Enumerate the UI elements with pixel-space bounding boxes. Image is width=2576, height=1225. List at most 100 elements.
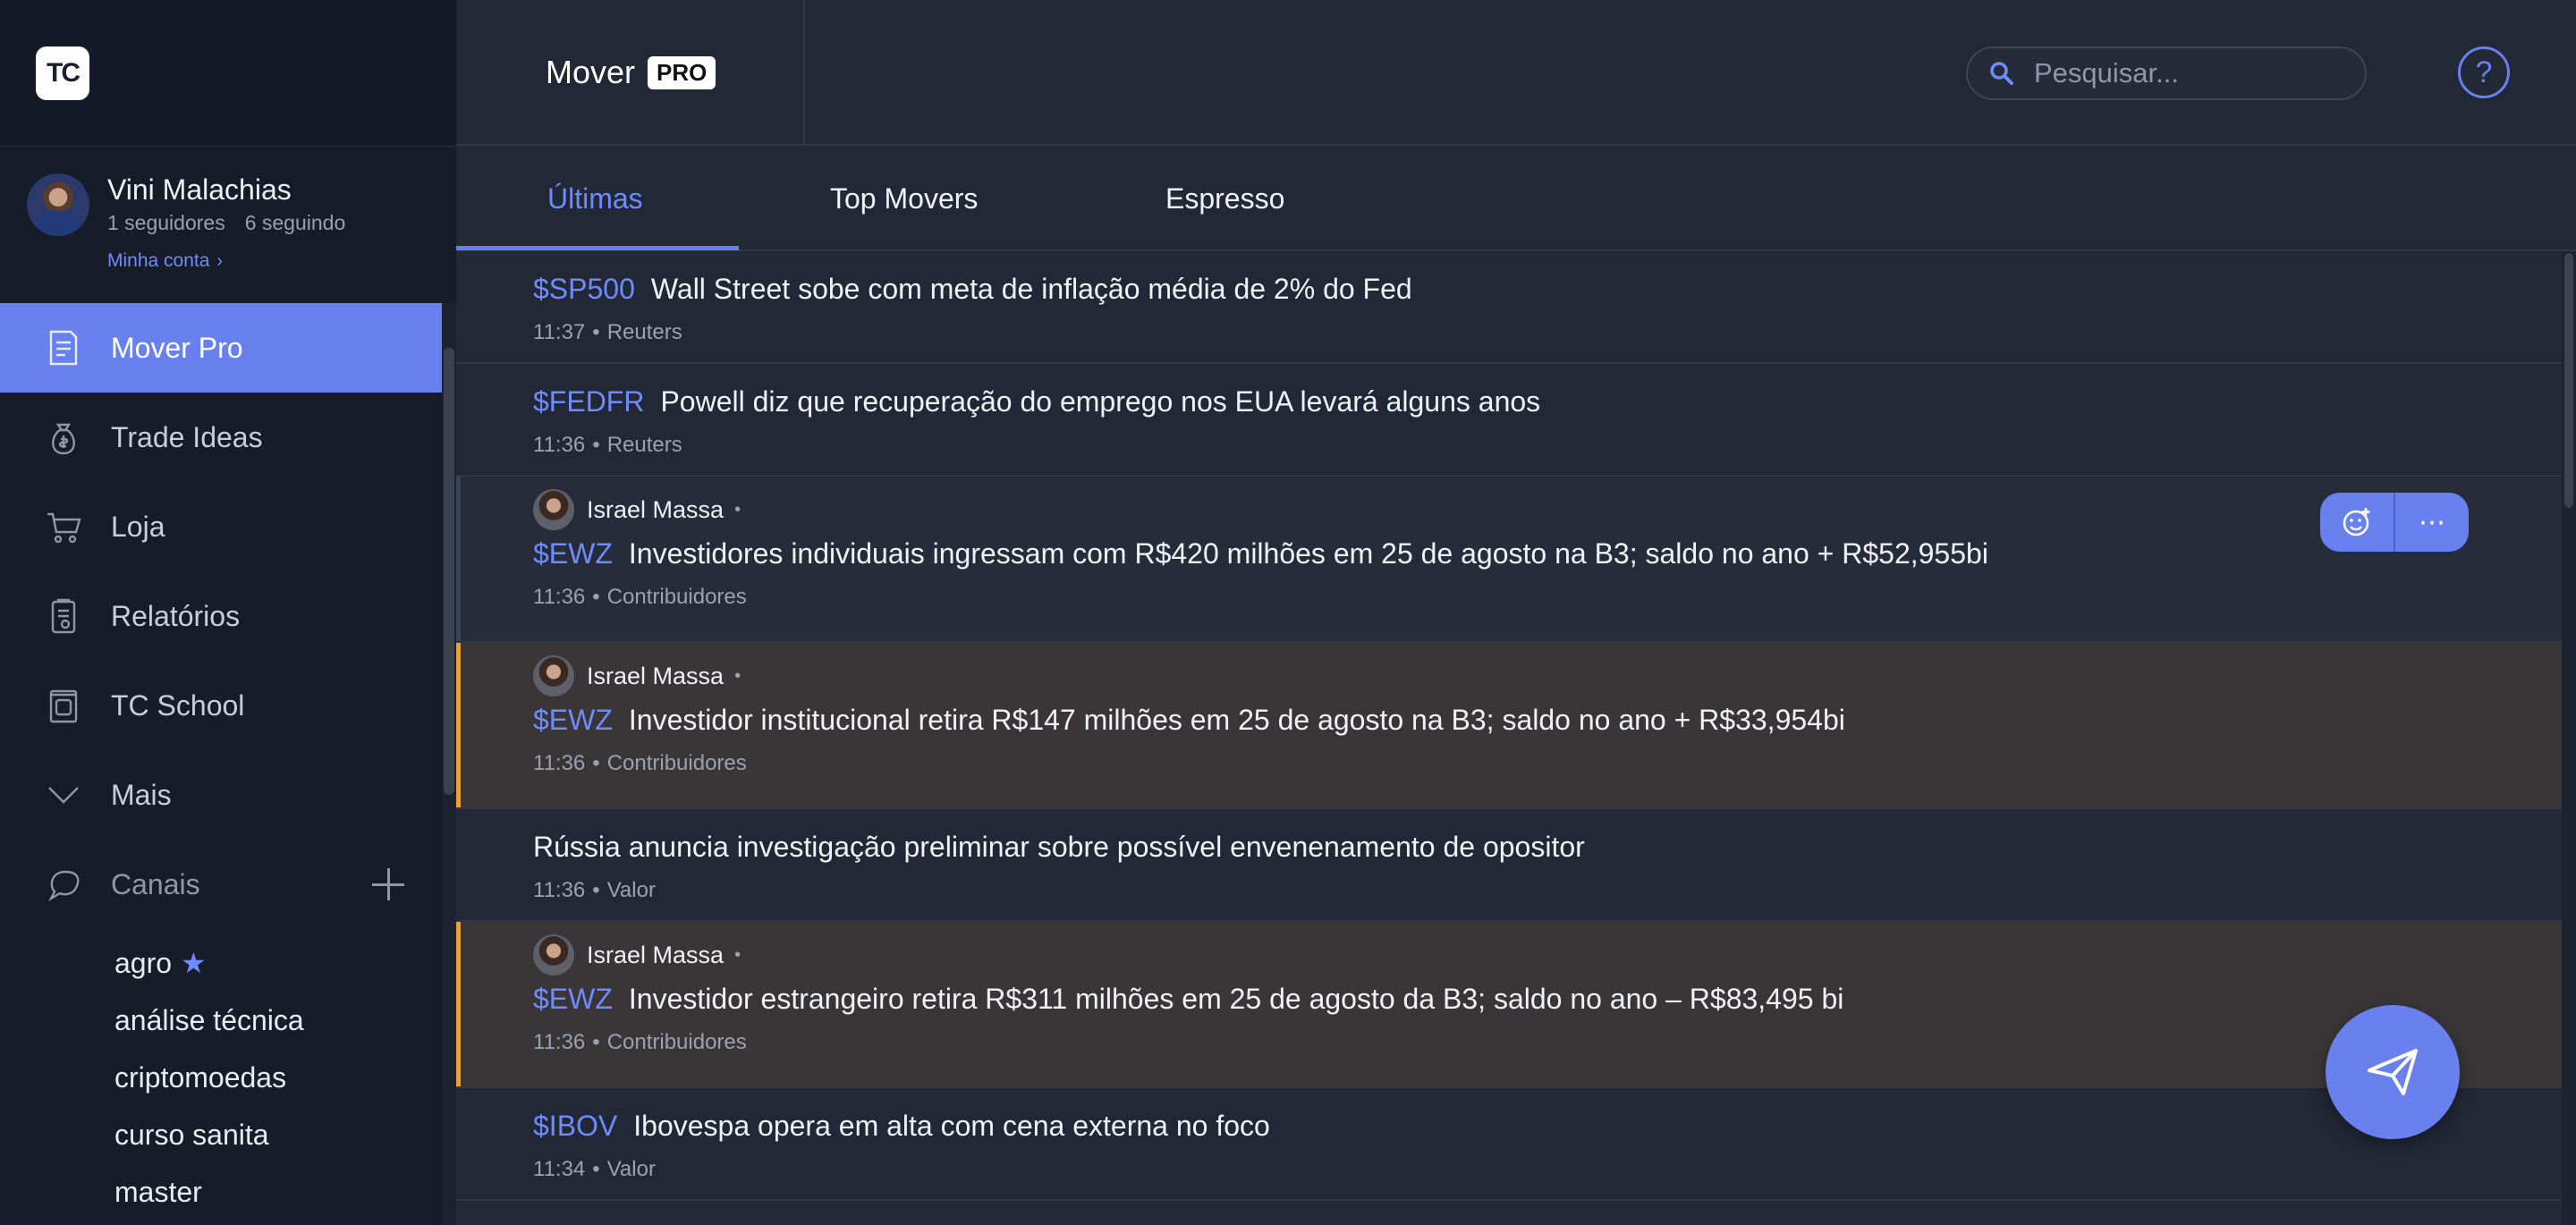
timestamp: 11:37	[533, 320, 586, 344]
list-item[interactable]: $FEDFR Powell diz que recuperação do empr…	[456, 364, 2562, 477]
ticker-link[interactable]: $IBOV	[533, 1110, 617, 1142]
feed-scrollbar[interactable]	[2562, 251, 2576, 1225]
ticker-link[interactable]: $EWZ	[533, 704, 613, 736]
timestamp: 11:36	[533, 433, 586, 457]
item-meta: 11:36 • Contribuidores	[533, 1030, 747, 1054]
timestamp: 11:36	[533, 751, 586, 775]
scrollbar-thumb[interactable]	[2564, 253, 2573, 508]
app-logo[interactable]: TC	[36, 46, 89, 100]
add-reaction-button[interactable]	[2320, 493, 2394, 552]
headline-text: Investidor institucional retira R$147 mi…	[628, 704, 1845, 736]
avatar[interactable]	[27, 173, 89, 236]
sidebar-item-trade-ideas[interactable]: Trade Ideas	[0, 393, 442, 482]
sidebar-item-label: Trade Ideas	[111, 420, 263, 453]
channel-item-criptomoedas[interactable]: criptomoedas	[114, 1049, 304, 1106]
following-count[interactable]: 6 seguindo	[245, 211, 346, 234]
help-button[interactable]: ?	[2458, 46, 2510, 98]
sidebar: TC Vini Malachias 1 seguidores 6 seguindo…	[0, 0, 456, 1225]
report-icon	[41, 594, 86, 638]
sidebar-item-label: Mover Pro	[111, 331, 243, 364]
headline-text: Wall Street sobe com meta de inflação mé…	[650, 273, 1412, 305]
star-icon: ★	[181, 947, 207, 979]
list-item[interactable]: Israel Massa • $EWZ Investidor institucion…	[456, 643, 2562, 809]
profile-name[interactable]: Vini Malachias	[107, 173, 292, 207]
sidebar-item-loja[interactable]: Loja	[0, 482, 442, 571]
timestamp: 11:36	[533, 878, 586, 902]
headline: $EWZ Investidores individuais ingressam c…	[533, 534, 2562, 573]
logo-area: TC	[0, 0, 456, 146]
source: Reuters	[606, 433, 682, 457]
followers-count[interactable]: 1 seguidores	[107, 211, 225, 234]
title-box: Mover PRO	[456, 0, 805, 144]
channel-label: master	[114, 1175, 202, 1208]
ticker-link[interactable]: $EWZ	[533, 983, 613, 1015]
channel-item-master[interactable]: master	[114, 1163, 304, 1221]
sidebar-item-mover-pro[interactable]: Mover Pro	[0, 303, 442, 393]
channels-header: Canais	[0, 840, 442, 929]
more-options-button[interactable]: ⋯	[2395, 493, 2469, 552]
item-meta: 11:36 • Contribuidores	[533, 751, 747, 775]
add-reaction-icon	[2343, 508, 2370, 536]
author-name[interactable]: Israel Massa	[587, 496, 724, 524]
author-row: Israel Massa •	[533, 933, 2562, 977]
author-name[interactable]: Israel Massa	[587, 942, 724, 969]
sidebar-item-label: Mais	[111, 778, 172, 811]
timestamp: 11:36	[533, 1030, 586, 1054]
item-meta: 11:36 • Contribuidores	[533, 585, 747, 609]
headline-text: Rússia anuncia investigação preliminar s…	[533, 831, 1585, 863]
search-input[interactable]	[2034, 57, 2338, 89]
sidebar-scrollbar[interactable]	[442, 303, 456, 1225]
item-actions: ⋯	[2320, 493, 2469, 552]
avatar[interactable]	[533, 934, 574, 976]
ticker-link[interactable]: $EWZ	[533, 537, 613, 570]
headline: $FEDFR Powell diz que recuperação do empr…	[533, 382, 2562, 421]
send-button[interactable]	[2326, 1005, 2460, 1139]
search-box[interactable]	[1966, 46, 2367, 100]
sidebar-item-mais[interactable]: Mais	[0, 750, 442, 840]
list-item[interactable]: Israel Massa • $EWZ Investidor estrangeiro…	[456, 922, 2562, 1088]
channel-label: criptomoedas	[114, 1060, 287, 1094]
money-bag-icon	[41, 415, 86, 460]
ticker-link[interactable]: $FEDFR	[533, 385, 644, 418]
tab-ultimas[interactable]: Últimas	[547, 146, 643, 251]
author-name[interactable]: Israel Massa	[587, 663, 724, 690]
headline: $EWZ Investidor estrangeiro retira R$311 …	[533, 979, 2562, 1018]
tab-espresso[interactable]: Espresso	[1165, 146, 1284, 251]
page-title: Mover PRO	[546, 54, 716, 91]
source: Contribuidores	[606, 1030, 747, 1054]
my-account-link[interactable]: Minha conta ›	[107, 250, 223, 272]
page-title-text: Mover	[546, 54, 636, 90]
ticker-link[interactable]: $SP500	[533, 273, 635, 305]
channel-label: análise técnica	[114, 1003, 304, 1036]
pro-badge: PRO	[648, 55, 716, 89]
headline: $EWZ Investidor institucional retira R$14…	[533, 700, 2562, 739]
avatar[interactable]	[533, 655, 574, 697]
channels-label: Canais	[111, 867, 200, 900]
sidebar-item-label: Relatórios	[111, 599, 241, 632]
avatar[interactable]	[533, 489, 574, 530]
tab-top-movers[interactable]: Top Movers	[830, 146, 978, 251]
sidebar-item-label: TC School	[111, 689, 245, 722]
list-item[interactable]: $IBOV Ibovespa opera em alta com cena ext…	[456, 1088, 2562, 1201]
scrollbar-thumb[interactable]	[444, 348, 454, 795]
list-item[interactable]: Rússia anuncia investigação preliminar s…	[456, 809, 2562, 922]
headline: Rússia anuncia investigação preliminar s…	[533, 827, 2562, 866]
channel-item-agro[interactable]: agro ★	[114, 934, 304, 992]
list-item[interactable]: Israel Massa • $EWZ Investidores individua…	[456, 477, 2562, 643]
channel-item-curso-sanita[interactable]: curso sanita	[114, 1106, 304, 1163]
add-channel-button[interactable]	[370, 866, 406, 902]
send-icon	[2368, 1049, 2418, 1095]
headline: $IBOV Ibovespa opera em alta com cena ext…	[533, 1106, 2562, 1145]
headline-text: Investidores individuais ingressam com R…	[628, 537, 1988, 570]
channel-label: agro	[114, 946, 173, 979]
channel-item-analise-tecnica[interactable]: análise técnica	[114, 992, 304, 1049]
list-item[interactable]: $SP500 Wall Street sobe com meta de infla…	[456, 251, 2562, 364]
source: Reuters	[606, 320, 682, 344]
sidebar-item-tc-school[interactable]: TC School	[0, 661, 442, 750]
headline-text: Ibovespa opera em alta com cena externa …	[633, 1110, 1270, 1142]
author-row: Israel Massa •	[533, 654, 2562, 698]
sidebar-nav: Mover Pro Trade Ideas Loja Relatórios TC…	[0, 303, 442, 929]
sidebar-item-relatorios[interactable]: Relatórios	[0, 571, 442, 661]
headline: $SP500 Wall Street sobe com meta de infla…	[533, 269, 2562, 308]
timestamp: 11:36	[533, 585, 586, 609]
